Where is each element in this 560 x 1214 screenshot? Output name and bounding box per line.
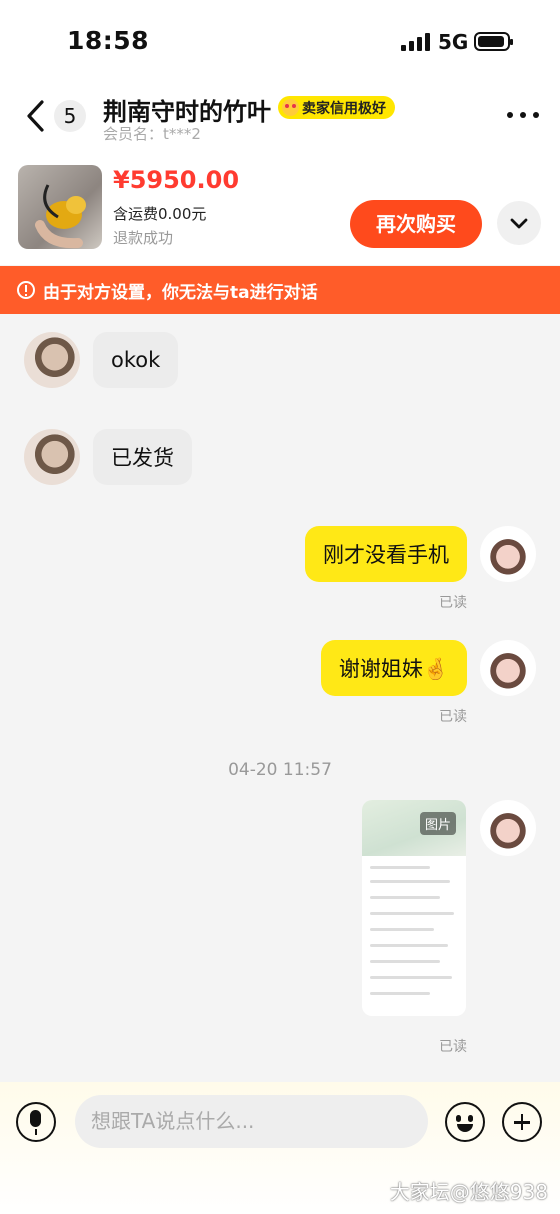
read-receipt: 已读 [439, 595, 467, 611]
product-price: ¥5950.00 [113, 166, 240, 194]
seller-name[interactable]: 荆南守时的竹叶 [103, 92, 271, 127]
emoji-icon[interactable] [445, 1102, 485, 1142]
status-time: 18:58 [67, 26, 150, 55]
read-receipt: 已读 [439, 709, 467, 725]
my-avatar[interactable] [480, 800, 536, 856]
read-receipt: 已读 [439, 1039, 467, 1055]
member-name: 会员名：t***2 [103, 125, 201, 143]
message-bubble[interactable]: 已发货 [93, 429, 192, 485]
credit-badge[interactable]: 卖家信用极好 [278, 96, 395, 119]
message-bubble[interactable]: 刚才没看手机 [305, 526, 467, 582]
buy-again-button[interactable]: 再次购买 [350, 200, 482, 248]
my-avatar[interactable] [480, 640, 536, 696]
credit-badge-label: 卖家信用极好 [302, 100, 386, 117]
status-bar: 18:58 5G [0, 0, 560, 80]
chevron-left-icon [27, 100, 44, 132]
network-label: 5G [438, 30, 469, 54]
product-thumbnail[interactable] [18, 165, 102, 249]
watermark: 大家坛@悠悠938 [389, 1180, 548, 1204]
message-bubble[interactable]: okok [93, 332, 179, 388]
order-status: 退款成功 [113, 229, 174, 247]
warning-icon [17, 281, 35, 299]
seller-avatar[interactable] [24, 429, 80, 485]
chat-timestamp: 04-20 11:57 [228, 760, 332, 780]
signal-icon [401, 33, 431, 51]
chevron-down-icon [510, 218, 528, 229]
notice-text: 由于对方设置，你无法与ta进行对话 [43, 282, 318, 303]
heart-eyes-icon [282, 99, 299, 116]
seller-avatar[interactable] [24, 332, 80, 388]
my-avatar[interactable] [480, 526, 536, 582]
product-image [35, 184, 86, 249]
battery-icon [474, 32, 513, 51]
image-message[interactable]: 图片 [362, 800, 466, 1016]
back-button[interactable] [22, 98, 52, 134]
plus-icon[interactable] [502, 1102, 542, 1142]
message-input[interactable]: 想跟TA说点什么... [75, 1095, 428, 1148]
image-tag: 图片 [419, 812, 456, 835]
chat-blocked-notice: 由于对方设置，你无法与ta进行对话 [0, 266, 560, 314]
message-bubble[interactable]: 谢谢姐妹🤞 [320, 640, 467, 696]
shipping-fee: 含运费0.00元 [113, 205, 207, 223]
unread-count-badge: 5 [54, 100, 86, 132]
more-options-icon[interactable] [507, 112, 539, 120]
expand-button[interactable] [497, 201, 541, 245]
microphone-icon[interactable] [16, 1102, 56, 1142]
